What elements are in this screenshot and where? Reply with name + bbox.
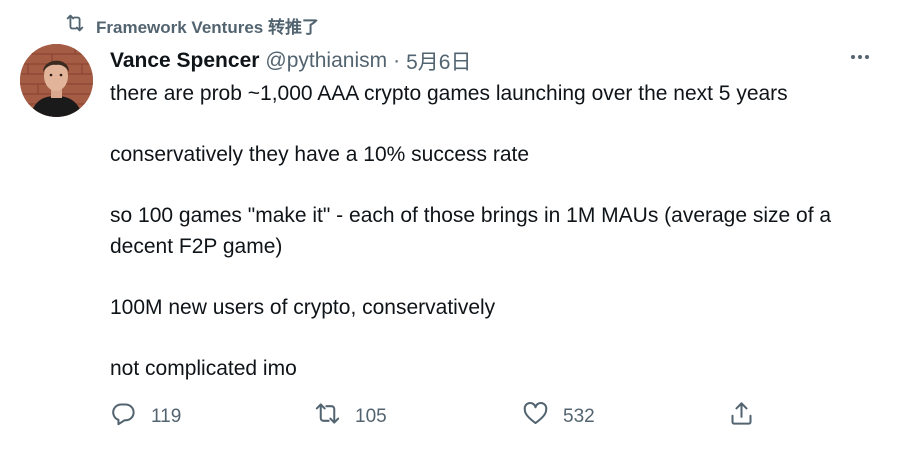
display-name[interactable]: Vance Spencer (110, 49, 259, 73)
tweet-paragraph: conservatively they have a 10% success r… (110, 143, 530, 166)
avatar[interactable] (20, 44, 93, 117)
retweet-icon (64, 12, 86, 39)
tweet-paragraph: not complicated imo (110, 356, 297, 380)
retweet-context-label: Framework Ventures 转推了 (96, 18, 319, 37)
retweet-icon (314, 400, 341, 433)
reply-icon (110, 400, 137, 433)
tweet-body: there are prob ~1,000 AAA crypto games l… (110, 79, 880, 415)
tweet-actions: 119 105 532 (110, 400, 770, 432)
user-handle[interactable]: @pythianism (265, 49, 387, 73)
retweet-context[interactable]: Framework Ventures 转推了 (64, 12, 319, 39)
like-button[interactable]: 532 (522, 400, 595, 433)
more-horizontal-icon (848, 45, 872, 75)
share-button[interactable] (728, 400, 755, 433)
tweet-header: Vance Spencer @pythianism · 5月6日 (110, 46, 875, 76)
retweet-count: 105 (355, 405, 387, 427)
retweet-button[interactable]: 105 (314, 400, 387, 433)
heart-icon (522, 400, 549, 433)
more-button[interactable] (845, 46, 875, 74)
tweet-paragraph: so 100 games "make it" - each of those b… (110, 204, 832, 258)
share-icon (728, 400, 755, 433)
reply-count: 119 (151, 405, 182, 427)
like-count: 532 (563, 405, 595, 427)
reply-button[interactable]: 119 (110, 400, 181, 433)
tweet-paragraph: 100M new users of crypto, conservatively (110, 295, 496, 319)
tweet-paragraph: there are prob ~1,000 AAA crypto games l… (110, 82, 788, 105)
separator-dot: · (393, 49, 401, 72)
tweet-date[interactable]: 5月6日 (406, 46, 471, 76)
